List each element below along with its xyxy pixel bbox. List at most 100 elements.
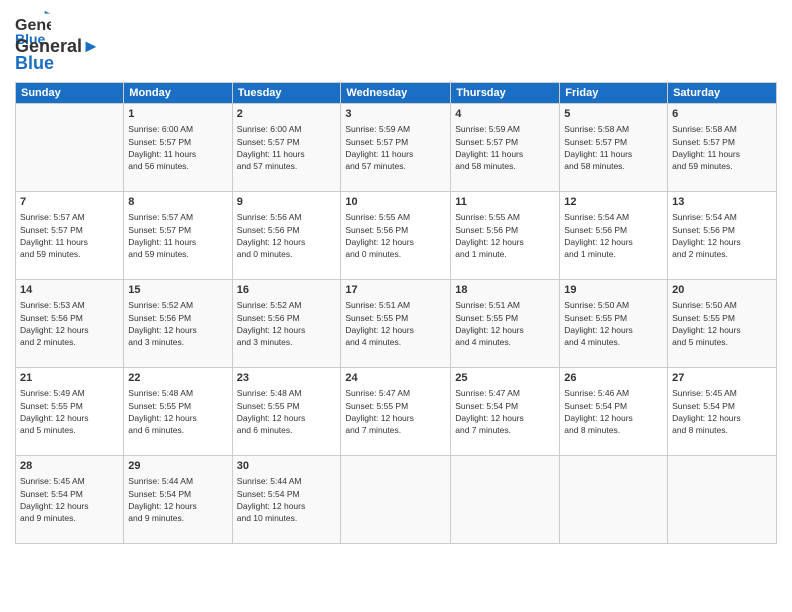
calendar-cell: 21Sunrise: 5:49 AMSunset: 5:55 PMDayligh… [16, 368, 124, 456]
weekday-header-wednesday: Wednesday [341, 83, 451, 104]
weekday-header-tuesday: Tuesday [232, 83, 341, 104]
calendar-cell [668, 456, 777, 544]
day-number: 17 [345, 283, 446, 298]
calendar-cell: 3Sunrise: 5:59 AMSunset: 5:57 PMDaylight… [341, 104, 451, 192]
calendar-cell: 27Sunrise: 5:45 AMSunset: 5:54 PMDayligh… [668, 368, 777, 456]
weekday-header-friday: Friday [560, 83, 668, 104]
day-info: Sunrise: 5:47 AMSunset: 5:55 PMDaylight:… [345, 387, 446, 436]
day-number: 24 [345, 371, 446, 386]
calendar-cell: 2Sunrise: 6:00 AMSunset: 5:57 PMDaylight… [232, 104, 341, 192]
calendar-cell: 13Sunrise: 5:54 AMSunset: 5:56 PMDayligh… [668, 192, 777, 280]
week-row-3: 14Sunrise: 5:53 AMSunset: 5:56 PMDayligh… [16, 280, 777, 368]
day-number: 20 [672, 283, 772, 298]
calendar-cell: 20Sunrise: 5:50 AMSunset: 5:55 PMDayligh… [668, 280, 777, 368]
day-number: 7 [20, 195, 119, 210]
day-number: 4 [455, 107, 555, 122]
day-number: 18 [455, 283, 555, 298]
day-number: 3 [345, 107, 446, 122]
weekday-header-monday: Monday [124, 83, 232, 104]
calendar-cell: 25Sunrise: 5:47 AMSunset: 5:54 PMDayligh… [451, 368, 560, 456]
calendar-cell: 29Sunrise: 5:44 AMSunset: 5:54 PMDayligh… [124, 456, 232, 544]
day-info: Sunrise: 5:55 AMSunset: 5:56 PMDaylight:… [345, 211, 446, 260]
calendar-cell: 17Sunrise: 5:51 AMSunset: 5:55 PMDayligh… [341, 280, 451, 368]
calendar-cell [451, 456, 560, 544]
calendar-cell: 7Sunrise: 5:57 AMSunset: 5:57 PMDaylight… [16, 192, 124, 280]
calendar-cell: 14Sunrise: 5:53 AMSunset: 5:56 PMDayligh… [16, 280, 124, 368]
day-number: 10 [345, 195, 446, 210]
calendar-container: General Blue General► Blue SundayMondayT… [0, 0, 792, 612]
calendar-cell: 5Sunrise: 5:58 AMSunset: 5:57 PMDaylight… [560, 104, 668, 192]
day-number: 1 [128, 107, 227, 122]
header: General Blue General► Blue [15, 10, 777, 74]
day-info: Sunrise: 5:45 AMSunset: 5:54 PMDaylight:… [20, 475, 119, 524]
day-number: 16 [237, 283, 337, 298]
day-number: 12 [564, 195, 663, 210]
day-info: Sunrise: 5:59 AMSunset: 5:57 PMDaylight:… [345, 123, 446, 172]
calendar-cell: 28Sunrise: 5:45 AMSunset: 5:54 PMDayligh… [16, 456, 124, 544]
weekday-header-saturday: Saturday [668, 83, 777, 104]
day-info: Sunrise: 5:58 AMSunset: 5:57 PMDaylight:… [672, 123, 772, 172]
calendar-cell: 9Sunrise: 5:56 AMSunset: 5:56 PMDaylight… [232, 192, 341, 280]
day-info: Sunrise: 5:49 AMSunset: 5:55 PMDaylight:… [20, 387, 119, 436]
day-info: Sunrise: 5:47 AMSunset: 5:54 PMDaylight:… [455, 387, 555, 436]
day-number: 28 [20, 459, 119, 474]
day-info: Sunrise: 5:58 AMSunset: 5:57 PMDaylight:… [564, 123, 663, 172]
day-number: 19 [564, 283, 663, 298]
day-number: 29 [128, 459, 227, 474]
weekday-header-row: SundayMondayTuesdayWednesdayThursdayFrid… [16, 83, 777, 104]
day-info: Sunrise: 5:52 AMSunset: 5:56 PMDaylight:… [128, 299, 227, 348]
calendar-cell: 26Sunrise: 5:46 AMSunset: 5:54 PMDayligh… [560, 368, 668, 456]
day-number: 11 [455, 195, 555, 210]
weekday-header-sunday: Sunday [16, 83, 124, 104]
calendar-cell [560, 456, 668, 544]
calendar-cell [16, 104, 124, 192]
day-number: 27 [672, 371, 772, 386]
calendar-cell: 11Sunrise: 5:55 AMSunset: 5:56 PMDayligh… [451, 192, 560, 280]
day-info: Sunrise: 5:57 AMSunset: 5:57 PMDaylight:… [128, 211, 227, 260]
day-number: 13 [672, 195, 772, 210]
day-number: 30 [237, 459, 337, 474]
day-info: Sunrise: 5:53 AMSunset: 5:56 PMDaylight:… [20, 299, 119, 348]
day-number: 26 [564, 371, 663, 386]
day-info: Sunrise: 5:45 AMSunset: 5:54 PMDaylight:… [672, 387, 772, 436]
day-info: Sunrise: 5:56 AMSunset: 5:56 PMDaylight:… [237, 211, 337, 260]
calendar-cell: 30Sunrise: 5:44 AMSunset: 5:54 PMDayligh… [232, 456, 341, 544]
day-info: Sunrise: 5:44 AMSunset: 5:54 PMDaylight:… [237, 475, 337, 524]
day-number: 8 [128, 195, 227, 210]
day-info: Sunrise: 5:55 AMSunset: 5:56 PMDaylight:… [455, 211, 555, 260]
day-number: 23 [237, 371, 337, 386]
logo: General Blue General► Blue [15, 10, 100, 74]
calendar-cell: 4Sunrise: 5:59 AMSunset: 5:57 PMDaylight… [451, 104, 560, 192]
day-number: 15 [128, 283, 227, 298]
calendar-cell: 19Sunrise: 5:50 AMSunset: 5:55 PMDayligh… [560, 280, 668, 368]
day-info: Sunrise: 5:48 AMSunset: 5:55 PMDaylight:… [128, 387, 227, 436]
day-info: Sunrise: 6:00 AMSunset: 5:57 PMDaylight:… [128, 123, 227, 172]
day-number: 14 [20, 283, 119, 298]
week-row-1: 1Sunrise: 6:00 AMSunset: 5:57 PMDaylight… [16, 104, 777, 192]
day-number: 22 [128, 371, 227, 386]
calendar-cell: 16Sunrise: 5:52 AMSunset: 5:56 PMDayligh… [232, 280, 341, 368]
day-info: Sunrise: 5:54 AMSunset: 5:56 PMDaylight:… [564, 211, 663, 260]
day-info: Sunrise: 5:51 AMSunset: 5:55 PMDaylight:… [345, 299, 446, 348]
day-number: 6 [672, 107, 772, 122]
week-row-2: 7Sunrise: 5:57 AMSunset: 5:57 PMDaylight… [16, 192, 777, 280]
logo-blue-text: Blue [15, 53, 100, 74]
day-number: 9 [237, 195, 337, 210]
calendar-cell: 18Sunrise: 5:51 AMSunset: 5:55 PMDayligh… [451, 280, 560, 368]
day-info: Sunrise: 5:46 AMSunset: 5:54 PMDaylight:… [564, 387, 663, 436]
calendar-cell: 8Sunrise: 5:57 AMSunset: 5:57 PMDaylight… [124, 192, 232, 280]
day-number: 21 [20, 371, 119, 386]
calendar-table: SundayMondayTuesdayWednesdayThursdayFrid… [15, 82, 777, 544]
day-info: Sunrise: 5:48 AMSunset: 5:55 PMDaylight:… [237, 387, 337, 436]
calendar-cell: 22Sunrise: 5:48 AMSunset: 5:55 PMDayligh… [124, 368, 232, 456]
calendar-cell [341, 456, 451, 544]
day-info: Sunrise: 5:51 AMSunset: 5:55 PMDaylight:… [455, 299, 555, 348]
day-number: 25 [455, 371, 555, 386]
day-info: Sunrise: 5:59 AMSunset: 5:57 PMDaylight:… [455, 123, 555, 172]
day-info: Sunrise: 5:57 AMSunset: 5:57 PMDaylight:… [20, 211, 119, 260]
calendar-cell: 1Sunrise: 6:00 AMSunset: 5:57 PMDaylight… [124, 104, 232, 192]
day-info: Sunrise: 5:50 AMSunset: 5:55 PMDaylight:… [672, 299, 772, 348]
day-info: Sunrise: 6:00 AMSunset: 5:57 PMDaylight:… [237, 123, 337, 172]
calendar-cell: 15Sunrise: 5:52 AMSunset: 5:56 PMDayligh… [124, 280, 232, 368]
calendar-cell: 6Sunrise: 5:58 AMSunset: 5:57 PMDaylight… [668, 104, 777, 192]
